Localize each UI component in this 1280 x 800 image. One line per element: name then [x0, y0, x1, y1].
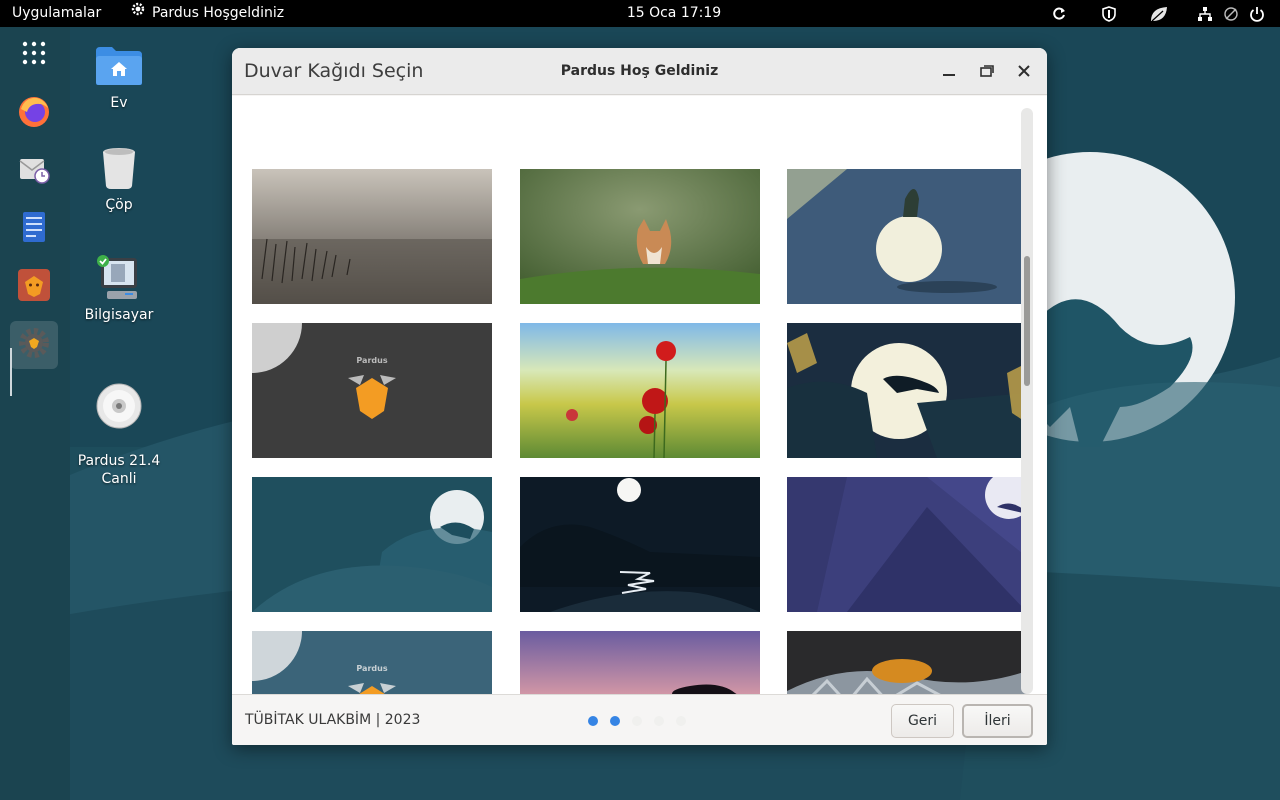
mail-icon	[18, 153, 50, 189]
next-button[interactable]: İleri	[962, 704, 1033, 738]
close-button[interactable]	[1010, 58, 1038, 84]
computer-icon	[91, 250, 147, 306]
dock-pardus-store[interactable]	[10, 263, 58, 311]
footer-credit: TÜBİTAK ULAKBİM | 2023	[245, 712, 421, 728]
app-grid-icon	[22, 41, 46, 69]
desktop-icon-home[interactable]: Ev	[69, 38, 169, 112]
wallpaper-thumbnail[interactable]	[252, 477, 492, 612]
wallpaper-thumbnail[interactable]	[787, 477, 1027, 612]
svg-text:Pardus: Pardus	[356, 356, 387, 365]
scrollbar-thumb[interactable]	[1024, 256, 1030, 386]
wallpaper-thumbnail[interactable]	[787, 169, 1027, 304]
network-icon[interactable]	[1192, 0, 1218, 27]
page-indicator	[588, 716, 686, 726]
dock-firefox[interactable]	[10, 90, 58, 138]
leaf-icon[interactable]	[1146, 0, 1172, 27]
desktop-icon-trash[interactable]: Çöp	[69, 140, 169, 214]
page-dot	[588, 716, 598, 726]
power-icon[interactable]	[1244, 0, 1270, 27]
dock-text-editor[interactable]	[10, 205, 58, 253]
wallpaper-thumbnail[interactable]: Pardus	[252, 631, 492, 694]
refresh-icon[interactable]	[1046, 0, 1072, 27]
wallpaper-thumbnail[interactable]	[520, 477, 760, 612]
minimize-button[interactable]	[935, 58, 963, 84]
window-footer: TÜBİTAK ULAKBİM | 2023 Geri İleri	[232, 694, 1047, 745]
desktop-icon-label: Ev	[110, 95, 128, 111]
home-folder-icon	[91, 38, 147, 94]
app-grid-button[interactable]	[10, 31, 58, 79]
desktop-icon-label: Bilgisayar	[84, 307, 154, 323]
active-app-indicator	[10, 348, 12, 396]
desktop-icon-label: Çöp	[105, 197, 133, 213]
system-tray[interactable]	[1046, 0, 1270, 27]
wallpaper-thumbnail[interactable]	[520, 631, 760, 694]
desktop-icon-computer[interactable]: Bilgisayar	[69, 250, 169, 324]
volume-muted-icon[interactable]	[1218, 0, 1244, 27]
pardus-store-icon	[17, 268, 51, 306]
desktop-icon-label: Pardus 21.4 Canli	[77, 453, 161, 487]
maximize-button[interactable]	[973, 58, 1001, 84]
wallpaper-thumbnail[interactable]	[787, 631, 1027, 694]
svg-text:Pardus: Pardus	[356, 664, 387, 673]
restore-icon	[980, 62, 994, 81]
dock-mail[interactable]	[10, 147, 58, 195]
desktop-icon-live-cd[interactable]: Pardus 21.4 Canli	[69, 360, 169, 506]
shield-icon[interactable]	[1096, 0, 1122, 27]
dock-pardus-welcome[interactable]	[10, 321, 58, 369]
settings-icon	[17, 326, 51, 364]
wallpaper-thumbnail[interactable]	[252, 169, 492, 304]
text-editor-icon	[20, 211, 48, 247]
wallpaper-thumbnail[interactable]	[787, 323, 1027, 458]
page-dot	[654, 716, 664, 726]
firefox-icon	[17, 95, 51, 133]
close-icon	[1018, 62, 1030, 81]
page-dot	[676, 716, 686, 726]
wallpaper-thumbnail[interactable]: Pardus	[252, 323, 492, 458]
wallpaper-thumbnail[interactable]	[520, 323, 760, 458]
page-dot	[610, 716, 620, 726]
top-bar: Uygulamalar Pardus Hoşgeldiniz 15 Oca 17…	[0, 0, 1280, 27]
back-button[interactable]: Geri	[891, 704, 954, 738]
wallpaper-grid[interactable]: Pardus Pardus	[232, 96, 1047, 694]
page-dot	[632, 716, 642, 726]
scrollbar-track[interactable]	[1021, 108, 1033, 694]
dock	[0, 27, 70, 800]
trash-icon	[91, 140, 147, 196]
minimize-icon	[943, 62, 955, 81]
welcome-window: Duvar Kağıdı Seçin Pardus Hoş Geldiniz P…	[232, 48, 1047, 745]
cd-icon	[91, 378, 147, 434]
window-title: Pardus Hoş Geldiniz	[560, 63, 719, 79]
wallpaper-thumbnail[interactable]	[520, 169, 760, 304]
window-headerbar[interactable]: Duvar Kağıdı Seçin Pardus Hoş Geldiniz	[232, 48, 1047, 95]
